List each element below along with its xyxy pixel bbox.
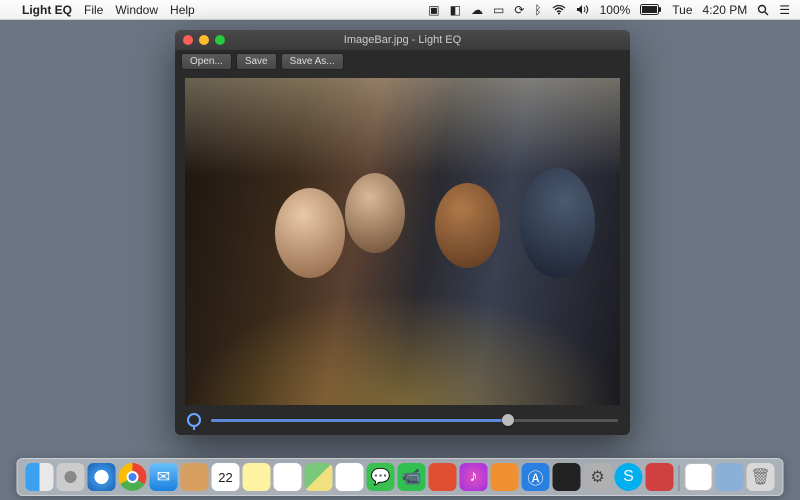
exposure-slider-row — [175, 405, 630, 435]
menu-bar: Light EQ File Window Help ▣ ◧ ☁ ▭ ⟳ ᛒ 10… — [0, 0, 800, 20]
window-menu[interactable]: Window — [115, 3, 158, 17]
cloud-menu-icon[interactable]: ☁ — [471, 3, 483, 17]
slider-fill — [211, 419, 508, 422]
dock-messages[interactable]: 💬 — [367, 463, 395, 491]
file-menu[interactable]: File — [84, 3, 103, 17]
dock-kuler[interactable] — [553, 463, 581, 491]
photo-preview — [185, 78, 620, 405]
dock-finder[interactable] — [26, 463, 54, 491]
dock-photobooth[interactable] — [429, 463, 457, 491]
spotlight-icon[interactable] — [757, 4, 769, 16]
toolbar: Open... Save Save As... — [175, 50, 630, 72]
airplay-menu-icon[interactable]: ▭ — [493, 3, 504, 17]
dock-apptrap[interactable] — [646, 463, 674, 491]
save-button[interactable]: Save — [236, 53, 277, 70]
dock-document[interactable] — [685, 463, 713, 491]
dock-maps[interactable] — [305, 463, 333, 491]
exposure-slider[interactable] — [211, 419, 618, 422]
lightbulb-icon — [187, 413, 201, 427]
sync-menu-icon[interactable]: ⟳ — [514, 3, 524, 17]
slider-thumb[interactable] — [502, 414, 514, 426]
zoom-window-button[interactable] — [215, 35, 225, 45]
battery-menu-icon[interactable] — [640, 4, 662, 15]
dock-photos[interactable] — [336, 463, 364, 491]
dock-appstore[interactable]: Ⓐ — [522, 463, 550, 491]
bluetooth-menu-icon[interactable]: ᛒ — [534, 3, 541, 17]
close-window-button[interactable] — [183, 35, 193, 45]
dock-facetime[interactable]: 📹 — [398, 463, 426, 491]
clock-day[interactable]: Tue — [672, 3, 692, 17]
dock-trash[interactable]: 🗑 — [747, 463, 775, 491]
dock: ✉ 22 💬 📹 ♪ Ⓐ ⚙ S 🗑 — [17, 458, 784, 496]
help-menu[interactable]: Help — [170, 3, 195, 17]
image-canvas — [175, 72, 630, 405]
app-menu[interactable]: Light EQ — [22, 3, 72, 17]
menu-bar-right: ▣ ◧ ☁ ▭ ⟳ ᛒ 100% Tue 4:20 PM ☰ — [428, 3, 790, 17]
wifi-menu-icon[interactable] — [552, 5, 566, 15]
minimize-window-button[interactable] — [199, 35, 209, 45]
dock-contacts[interactable] — [181, 463, 209, 491]
title-bar[interactable]: ImageBar.jpg - Light EQ — [175, 30, 630, 50]
battery-percent[interactable]: 100% — [600, 3, 631, 17]
dock-chrome[interactable] — [119, 463, 147, 491]
dock-system-preferences[interactable]: ⚙ — [584, 463, 612, 491]
dock-notes[interactable] — [243, 463, 271, 491]
volume-menu-icon[interactable] — [576, 4, 590, 15]
dock-safari[interactable] — [88, 463, 116, 491]
adobe-menu-icon[interactable]: ▣ — [428, 3, 439, 17]
open-button[interactable]: Open... — [181, 53, 232, 70]
window-title: ImageBar.jpg - Light EQ — [175, 34, 630, 46]
dock-separator — [679, 465, 680, 491]
dock-downloads[interactable] — [716, 463, 744, 491]
traffic-lights — [183, 35, 225, 45]
dock-skype[interactable]: S — [615, 463, 643, 491]
dock-mail[interactable]: ✉ — [150, 463, 178, 491]
dock-ibooks[interactable] — [491, 463, 519, 491]
clock-time[interactable]: 4:20 PM — [703, 3, 748, 17]
dock-itunes[interactable]: ♪ — [460, 463, 488, 491]
dock-calendar[interactable]: 22 — [212, 463, 240, 491]
dock-launchpad[interactable] — [57, 463, 85, 491]
menu-bar-left: Light EQ File Window Help — [10, 3, 195, 17]
app-window: ImageBar.jpg - Light EQ Open... Save Sav… — [175, 30, 630, 435]
save-as-button[interactable]: Save As... — [281, 53, 344, 70]
notification-center-icon[interactable]: ☰ — [779, 3, 790, 17]
dock-reminders[interactable] — [274, 463, 302, 491]
dropbox-menu-icon[interactable]: ◧ — [450, 3, 461, 17]
